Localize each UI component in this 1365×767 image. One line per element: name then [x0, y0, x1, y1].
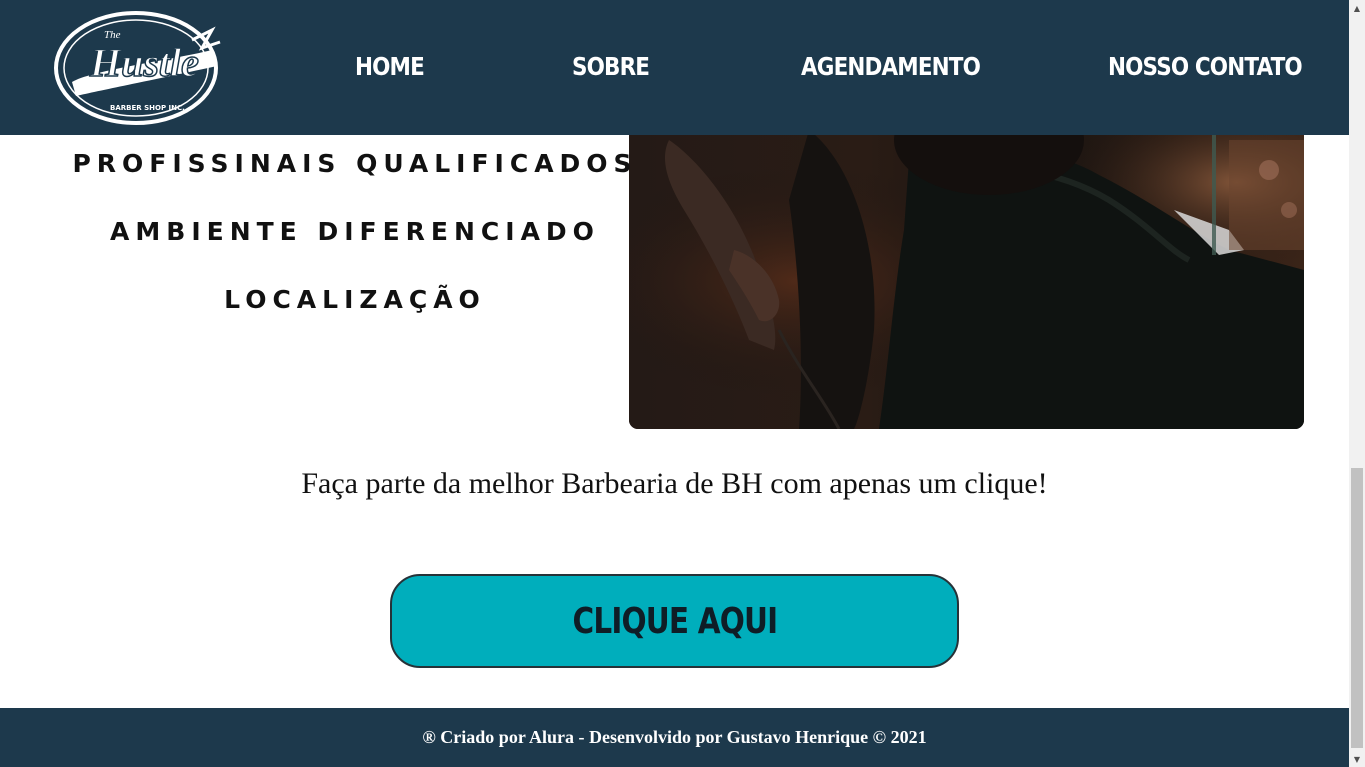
feature-item: AMBIENTE DIFERENCIADO [110, 217, 600, 246]
cta-button-label: CLIQUE AQUI [572, 600, 778, 642]
nav-agendamento-link[interactable]: AGENDAMENTO [801, 50, 981, 84]
hustle-logo[interactable]: Hustle The BARBER SHOP INC. [52, 10, 224, 126]
logo-brand-text: Hustle [89, 40, 199, 85]
scroll-up-arrow-icon[interactable]: ▲ [1349, 0, 1365, 16]
logo-small-text: The [104, 29, 121, 41]
feature-item: LOCALIZAÇÃO [224, 285, 486, 314]
scrollbar-thumb[interactable] [1351, 468, 1363, 748]
barbershop-photo [629, 100, 1304, 429]
site-header: Hustle The BARBER SHOP INC. HOME SOBRE A… [0, 0, 1349, 135]
feature-item: PROFISSINAIS QUALIFICADOS [72, 149, 638, 178]
nav-home-link[interactable]: HOME [355, 50, 425, 84]
cta-tagline: Faça parte da melhor Barbearia de BH com… [301, 467, 1048, 500]
site-footer: ® Criado por Alura - Desenvolvido por Gu… [0, 708, 1349, 767]
nav-contato-link[interactable]: NOSSO CONTATO [1108, 50, 1303, 84]
clique-aqui-button[interactable]: CLIQUE AQUI [390, 574, 959, 668]
scroll-down-arrow-icon[interactable]: ▼ [1349, 751, 1365, 767]
nav-sobre-link[interactable]: SOBRE [572, 50, 650, 84]
footer-credits: ® Criado por Alura - Desenvolvido por Gu… [422, 727, 927, 747]
logo-tagline-text: BARBER SHOP INC. [110, 104, 185, 112]
page-scrollbar[interactable]: ▲ ▼ [1349, 0, 1365, 767]
page: Hustle The BARBER SHOP INC. HOME SOBRE A… [0, 0, 1349, 767]
